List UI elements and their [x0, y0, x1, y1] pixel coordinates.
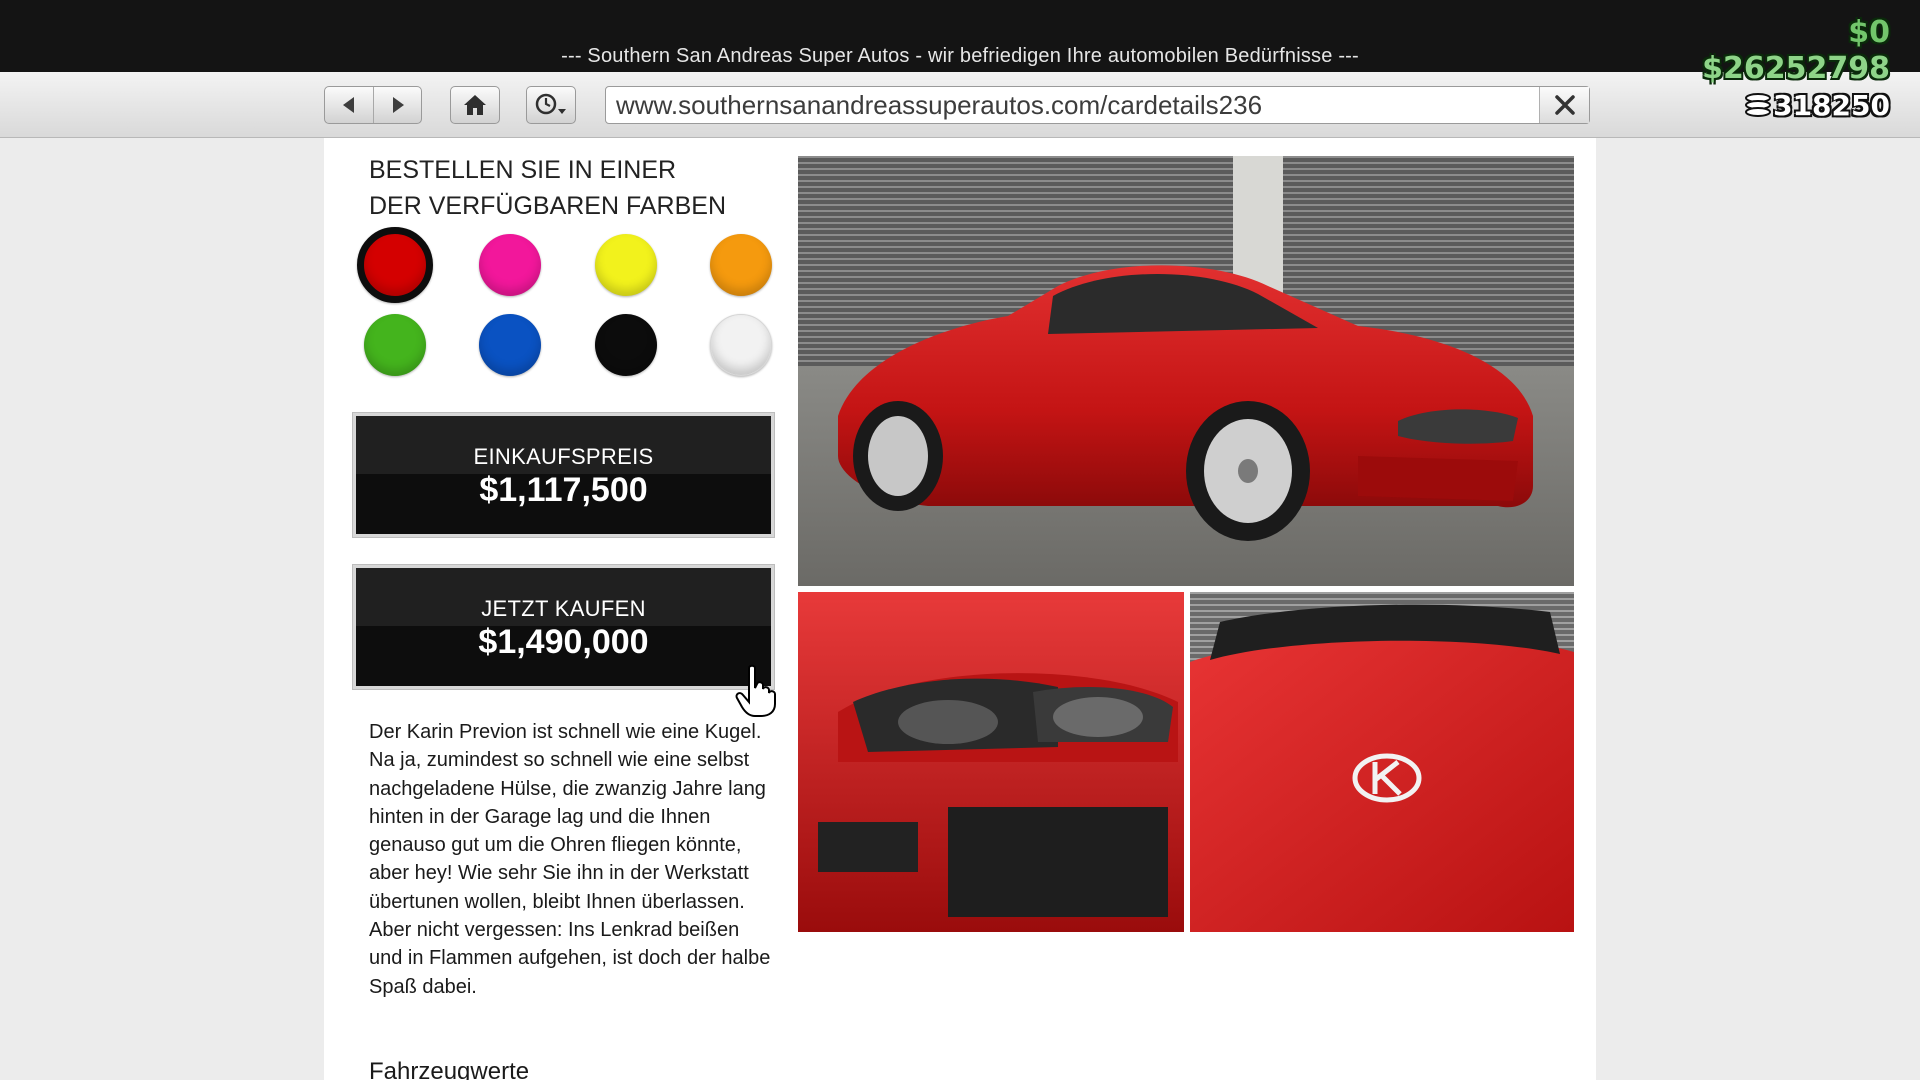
browser-page: --- Southern San Andreas Super Autos - w… [0, 0, 1920, 1080]
headlight-image [798, 592, 1184, 932]
color-swatch-black[interactable] [595, 314, 657, 376]
history-clock-icon [535, 93, 566, 115]
color-swatch-orange[interactable] [710, 234, 772, 296]
trade-price-value: $1,117,500 [479, 471, 648, 509]
color-swatch-green[interactable] [364, 314, 426, 376]
color-swatches [357, 227, 774, 394]
chips-amount: 318250 [1702, 92, 1890, 120]
buy-now-button[interactable]: JETZT KAUFEN $1,490,000 [352, 564, 775, 690]
hood-image [1190, 592, 1574, 932]
nav-button-group [324, 86, 422, 124]
main-car-image [798, 156, 1574, 586]
vehicle-stats-heading: Fahrzeugwerte [369, 1058, 530, 1080]
title-bar: --- Southern San Andreas Super Autos - w… [0, 0, 1920, 72]
trade-price-label: EINKAUFSPREIS [473, 444, 654, 469]
forward-button[interactable] [373, 87, 421, 123]
window-title: --- Southern San Andreas Super Autos - w… [561, 45, 1359, 67]
bank-amount: $26252798 [1702, 51, 1890, 86]
buy-now-price: $1,490,000 [478, 623, 649, 661]
red-coupe-photo [798, 156, 1574, 586]
home-button-group [450, 86, 500, 124]
hand-pointer-icon [735, 664, 777, 723]
back-button[interactable] [325, 87, 373, 123]
color-swatch-yellow[interactable] [595, 234, 657, 296]
color-swatch-pink[interactable] [479, 234, 541, 296]
car-description: Der Karin Previon ist schnell wie eine K… [369, 721, 771, 998]
color-swatch-white[interactable] [710, 314, 772, 376]
color-heading: BESTELLEN SIE IN EINER DER VERFÜGBAREN F… [369, 156, 727, 220]
address-bar[interactable]: www.southernsanandreassuperautos.com/car… [605, 86, 1590, 124]
buy-now-label: JETZT KAUFEN [481, 596, 646, 621]
cash-amount: $0 [1848, 15, 1890, 50]
car-details-content: BESTELLEN SIE IN EINER DER VERFÜGBAREN F… [324, 138, 1596, 1080]
hood-badge-closeup-photo [1190, 592, 1574, 932]
color-swatch-red[interactable] [357, 227, 433, 303]
chips-icon [1745, 93, 1772, 117]
forward-arrow-icon [392, 97, 404, 113]
color-swatch-blue[interactable] [479, 314, 541, 376]
close-icon [1554, 95, 1575, 115]
money-hud: $0 $26252798 318250 [1702, 18, 1890, 120]
history-button-group [526, 86, 576, 124]
back-arrow-icon [343, 97, 354, 113]
history-button[interactable] [527, 87, 575, 123]
home-icon [464, 95, 486, 115]
url-text[interactable]: www.southernsanandreassuperautos.com/car… [606, 90, 1539, 121]
trade-price-button[interactable]: EINKAUFSPREIS $1,117,500 [352, 412, 775, 538]
home-button[interactable] [451, 87, 499, 123]
chips-value: 318250 [1773, 89, 1890, 122]
close-button[interactable] [1539, 87, 1589, 123]
browser-toolbar: www.southernsanandreassuperautos.com/car… [0, 72, 1920, 138]
headlight-closeup-photo [798, 592, 1184, 932]
